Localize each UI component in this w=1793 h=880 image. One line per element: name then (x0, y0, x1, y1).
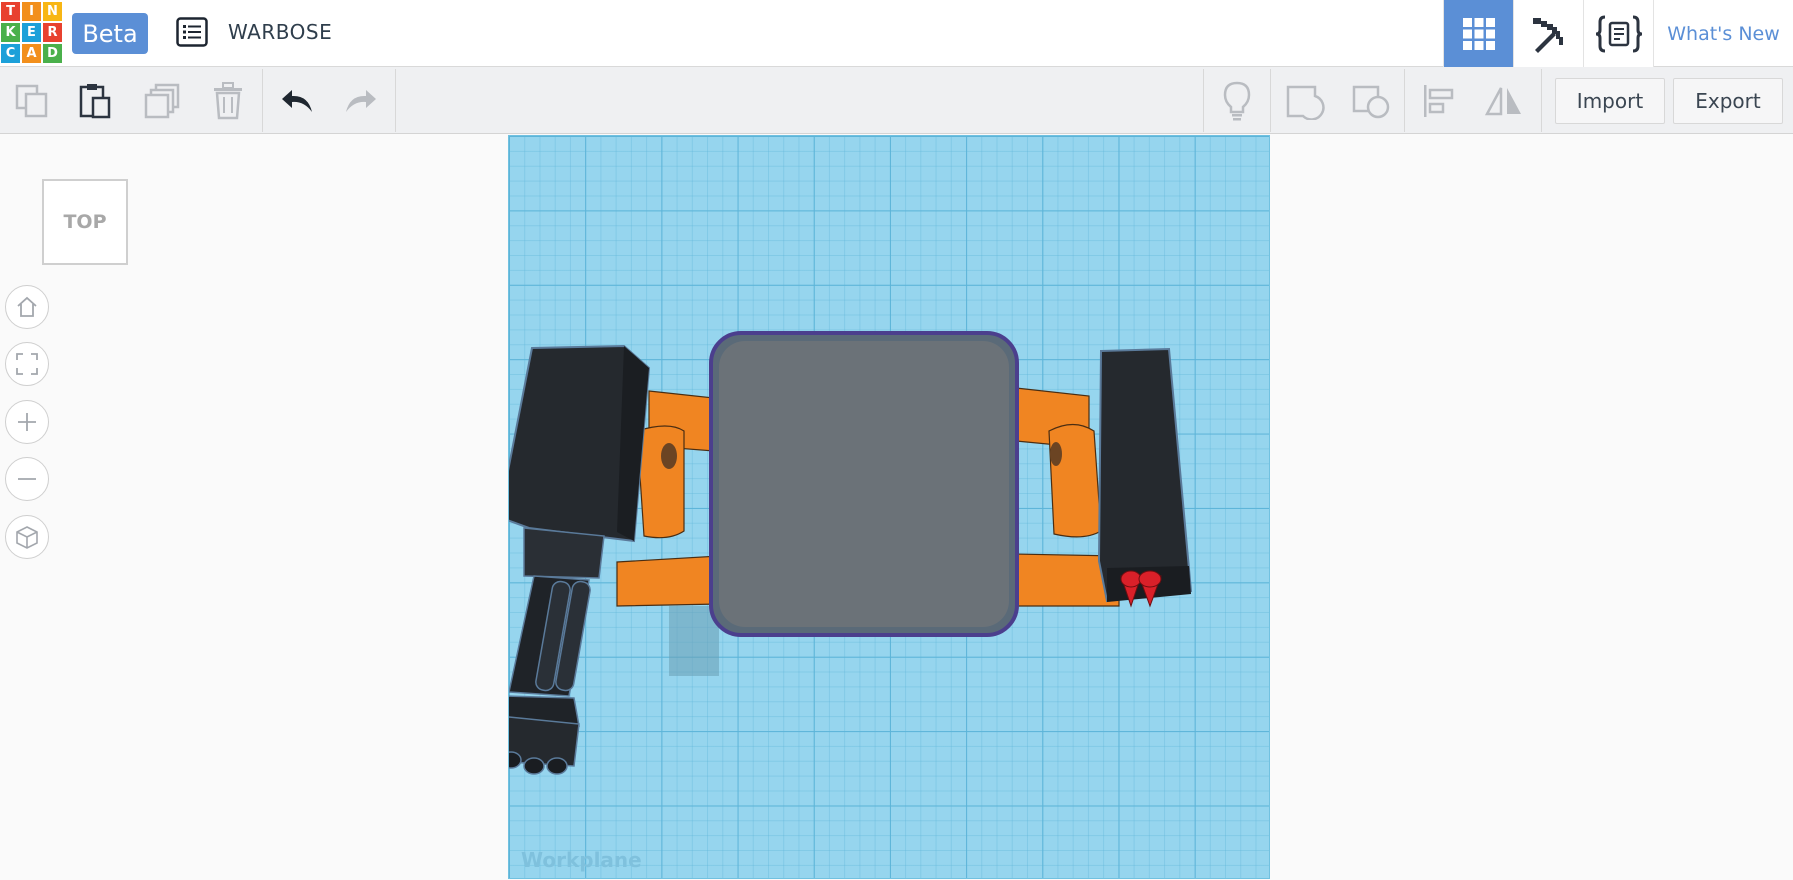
orthographic-cube-icon (16, 526, 38, 549)
ungroup-icon (1352, 85, 1390, 118)
right-weapon-block (1097, 347, 1193, 603)
duplicate-icon (144, 83, 180, 118)
logo-letter: N (43, 2, 62, 21)
group-button[interactable] (1275, 67, 1335, 134)
zoom-out-icon (18, 478, 36, 480)
copy-icon (15, 84, 48, 117)
fit-view-button[interactable] (5, 342, 49, 386)
top-bar: T I N K E R C A D Beta WARBOSE What's Ne… (0, 0, 1793, 67)
codeblocks-icon (1595, 15, 1642, 52)
paste-button[interactable] (65, 67, 125, 134)
zoom-out-button[interactable] (5, 457, 49, 501)
group-icon (1286, 85, 1325, 120)
align-icon (1424, 84, 1454, 117)
list-icon (176, 17, 208, 47)
toolbar-divider (1203, 69, 1204, 132)
undo-button[interactable] (267, 67, 327, 134)
logo-letter: R (43, 23, 62, 42)
whats-new-link[interactable]: What's New (1653, 0, 1793, 67)
logo-letter: I (22, 2, 41, 21)
beta-badge[interactable]: Beta (72, 13, 148, 54)
undo-icon (282, 89, 312, 112)
mirror-button[interactable] (1474, 67, 1534, 134)
design-canvas[interactable]: Workplane TOP (0, 135, 1793, 879)
duplicate-button[interactable] (133, 67, 193, 134)
home-view-button[interactable] (5, 285, 49, 329)
tinkercad-logo[interactable]: T I N K E R C A D (1, 2, 62, 64)
toolbar-divider (262, 69, 263, 132)
blocks-view-button[interactable] (1513, 0, 1583, 67)
toolbar-divider (1541, 69, 1542, 132)
export-button[interactable]: Export (1673, 78, 1783, 124)
pickaxe-icon (1532, 17, 1563, 53)
grid-icon (1462, 17, 1495, 50)
toolbar-divider (1270, 69, 1271, 132)
toolbar-divider (1404, 69, 1405, 132)
zoom-in-button[interactable] (5, 400, 49, 444)
logo-letter: A (22, 44, 41, 63)
home-icon (17, 296, 37, 317)
right-arm-hole (1050, 442, 1062, 466)
body-inner (719, 341, 1009, 627)
align-button[interactable] (1409, 67, 1469, 134)
view-cube[interactable]: TOP (42, 179, 128, 265)
logo-letter: T (1, 2, 20, 21)
redo-icon (346, 89, 376, 112)
hint-button[interactable] (1207, 67, 1267, 134)
ungroup-button[interactable] (1341, 67, 1401, 134)
zoom-in-icon (18, 413, 36, 431)
warbose-model[interactable] (509, 136, 1271, 880)
import-button[interactable]: Import (1555, 78, 1665, 124)
toolbar-divider (395, 69, 396, 132)
workplane-label: Workplane (521, 848, 642, 872)
fit-view-icon (16, 353, 38, 375)
lightbulb-icon (1223, 81, 1251, 120)
3d-design-view-button[interactable] (1443, 0, 1513, 67)
trash-icon (214, 81, 242, 119)
copy-button[interactable] (2, 67, 62, 134)
gatling-gun (509, 527, 605, 775)
logo-letter: C (1, 44, 20, 63)
project-title[interactable]: WARBOSE (228, 20, 332, 44)
redo-button[interactable] (331, 67, 391, 134)
left-arm-hole (661, 443, 677, 469)
mirror-icon (1484, 86, 1521, 115)
paste-icon (79, 83, 111, 118)
workplane[interactable]: Workplane (508, 135, 1270, 879)
logo-letter: E (22, 23, 41, 42)
logo-letter: K (1, 23, 20, 42)
codeblocks-view-button[interactable] (1583, 0, 1653, 67)
edit-toolbar: Import Export (0, 67, 1793, 134)
design-list-button[interactable] (174, 15, 210, 49)
header-actions: What's New (1443, 0, 1793, 67)
delete-button[interactable] (198, 67, 258, 134)
projection-toggle-button[interactable] (5, 515, 49, 559)
logo-letter: D (43, 44, 62, 63)
